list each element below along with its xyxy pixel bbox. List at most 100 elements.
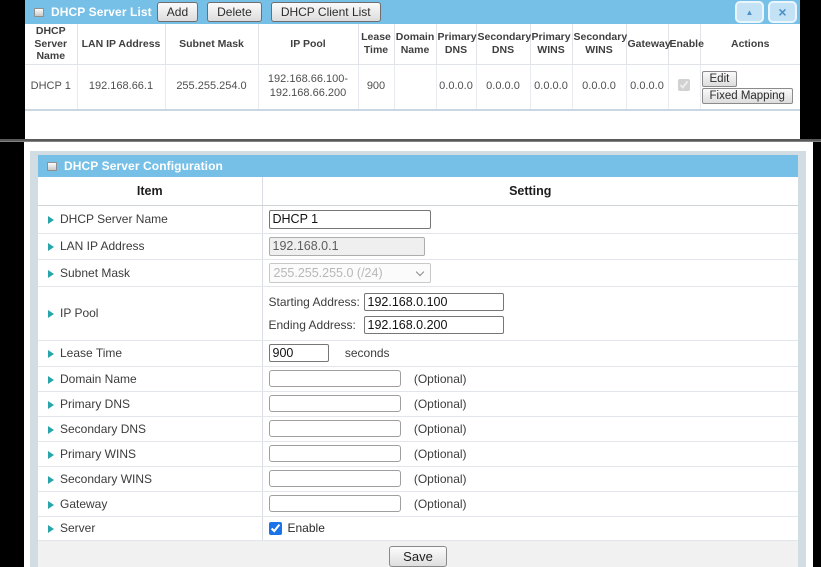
cell-domain-name (394, 64, 436, 110)
window-controls: ▲ × (735, 1, 800, 23)
dhcp-config-page: DHCP Server Configuration Item Setting D… (24, 142, 813, 567)
bullet-icon (48, 451, 54, 459)
cell-ip-pool: 192.168.66.100- 192.168.66.200 (258, 64, 358, 110)
subnet-mask-select: 255.255.255.0 (/24) (269, 263, 431, 283)
bullet-icon (48, 426, 54, 434)
ending-address-label: Ending Address: (269, 318, 364, 332)
col-secondary-wins: Secondary WINS (572, 24, 626, 64)
cell-enable (668, 64, 700, 110)
config-header-row: Item Setting (38, 177, 798, 205)
bullet-icon (48, 350, 54, 358)
row-gateway: Gateway (Optional) (38, 491, 798, 516)
secondary-wins-optional-note: (Optional) (414, 472, 467, 486)
table-row: DHCP 1 192.168.66.1 255.255.254.0 192.16… (25, 64, 800, 110)
row-ip-pool: IP Pool Starting Address: Ending Address… (38, 286, 798, 340)
dhcp-list-titlebar: DHCP Server List Add Delete DHCP Client … (25, 0, 800, 24)
domain-name-label: Domain Name (60, 372, 137, 386)
dhcp-config-table: Item Setting DHCP Server Name LAN IP Add… (38, 177, 798, 541)
row-primary-dns: Primary DNS (Optional) (38, 391, 798, 416)
cell-lan-ip: 192.168.66.1 (77, 64, 165, 110)
domain-name-input[interactable] (269, 370, 401, 387)
col-actions: Actions (700, 24, 800, 64)
primary-dns-optional-note: (Optional) (414, 397, 467, 411)
save-button[interactable]: Save (389, 546, 447, 567)
dhcp-config-titlebar: DHCP Server Configuration (38, 155, 798, 177)
col-primary-dns: Primary DNS (436, 24, 476, 64)
cell-primary-wins: 0.0.0.0 (530, 64, 572, 110)
lease-time-input[interactable] (269, 344, 329, 362)
row-primary-wins: Primary WINS (Optional) (38, 441, 798, 466)
panel-box-icon (34, 8, 44, 17)
row-subnet-mask: Subnet Mask 255.255.255.0 (/24) (38, 259, 798, 286)
cell-primary-dns: 0.0.0.0 (436, 64, 476, 110)
collapse-icon[interactable]: ▲ (735, 1, 764, 23)
cell-gateway: 0.0.0.0 (626, 64, 668, 110)
row-lan-ip: LAN IP Address (38, 233, 798, 259)
gateway-label: Gateway (60, 497, 107, 511)
add-button[interactable]: Add (157, 2, 198, 22)
bullet-icon (48, 501, 54, 509)
col-subnet-mask: Subnet Mask (165, 24, 258, 64)
domain-name-optional-note: (Optional) (414, 372, 467, 386)
bullet-icon (48, 216, 54, 224)
cell-actions: Edit Fixed Mapping (700, 64, 800, 110)
enable-checkbox-disabled (678, 79, 690, 91)
row-dhcp-server-name: DHCP Server Name (38, 205, 798, 233)
col-domain-name: Domain Name (394, 24, 436, 64)
ip-pool-start: 192.168.66.100- (268, 73, 348, 85)
server-enable-checkbox[interactable] (269, 522, 282, 535)
dhcp-server-name-input[interactable] (269, 210, 431, 229)
delete-button[interactable]: Delete (207, 2, 262, 22)
col-gateway: Gateway (626, 24, 668, 64)
subnet-mask-label: Subnet Mask (60, 266, 130, 280)
lan-ip-input (269, 237, 425, 256)
primary-wins-input[interactable] (269, 445, 401, 462)
gateway-optional-note: (Optional) (414, 497, 467, 511)
setting-header: Setting (262, 177, 798, 205)
edit-button[interactable]: Edit (702, 71, 738, 87)
dhcp-list-title: DHCP Server List (51, 5, 152, 19)
col-enable: Enable (668, 24, 700, 64)
screen: DHCP Server List Add Delete DHCP Client … (0, 0, 821, 567)
server-label: Server (60, 521, 95, 535)
cell-secondary-dns: 0.0.0.0 (476, 64, 530, 110)
primary-dns-label: Primary DNS (60, 397, 130, 411)
cell-subnet-mask: 255.255.254.0 (165, 64, 258, 110)
starting-address-label: Starting Address: (269, 295, 364, 309)
secondary-wins-label: Secondary WINS (60, 472, 152, 486)
ip-pool-label: IP Pool (60, 306, 98, 320)
fixed-mapping-button[interactable]: Fixed Mapping (702, 88, 793, 104)
row-secondary-wins: Secondary WINS (Optional) (38, 466, 798, 491)
bullet-icon (48, 525, 54, 533)
table-header-row: DHCP Server Name LAN IP Address Subnet M… (25, 24, 800, 64)
row-server: Server Enable (38, 516, 798, 540)
secondary-dns-input[interactable] (269, 420, 401, 437)
primary-dns-input[interactable] (269, 395, 401, 412)
cell-lease-time: 900 (358, 64, 394, 110)
dhcp-client-list-button[interactable]: DHCP Client List (271, 2, 381, 22)
close-icon[interactable]: × (768, 1, 797, 23)
bullet-icon (48, 243, 54, 251)
col-secondary-dns: Secondary DNS (476, 24, 530, 64)
gateway-input[interactable] (269, 495, 401, 512)
panel-box-icon (47, 162, 57, 171)
ip-pool-end: 192.168.66.200 (270, 87, 346, 99)
col-lease-time: Lease Time (358, 24, 394, 64)
bullet-icon (48, 310, 54, 318)
starting-address-input[interactable] (364, 293, 504, 311)
secondary-dns-optional-note: (Optional) (414, 422, 467, 436)
config-footer: Save (38, 541, 798, 567)
bullet-icon (48, 270, 54, 278)
ending-address-input[interactable] (364, 316, 504, 334)
dhcp-server-name-label: DHCP Server Name (60, 212, 168, 226)
dhcp-server-list-panel: DHCP Server List Add Delete DHCP Client … (25, 0, 800, 139)
primary-wins-optional-note: (Optional) (414, 447, 467, 461)
col-lan-ip: LAN IP Address (77, 24, 165, 64)
bullet-icon (48, 401, 54, 409)
row-domain-name: Domain Name (Optional) (38, 366, 798, 391)
lease-time-label: Lease Time (60, 346, 122, 360)
secondary-wins-input[interactable] (269, 470, 401, 487)
row-lease-time: Lease Time seconds (38, 340, 798, 366)
secondary-dns-label: Secondary DNS (60, 422, 146, 436)
dhcp-server-table: DHCP Server Name LAN IP Address Subnet M… (25, 24, 800, 111)
